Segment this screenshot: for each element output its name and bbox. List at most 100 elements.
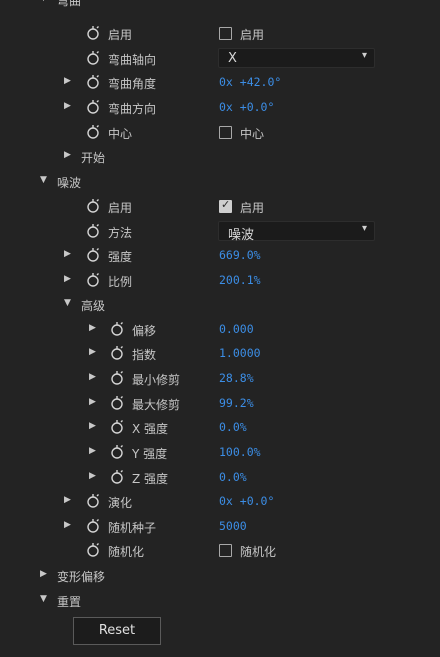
advanced-exponent-value[interactable]: 1.0000: [219, 346, 261, 360]
noise-enable-checkbox[interactable]: [219, 198, 232, 213]
reset-section-label: 重置: [57, 595, 82, 609]
stopwatch-icon[interactable]: [86, 25, 100, 40]
noise-randomize-row: 随机化 随机化: [0, 539, 440, 563]
warp-axis-row: 弯曲轴向 X ▾: [0, 47, 440, 71]
expand-triangle-icon[interactable]: ▶: [64, 76, 71, 86]
stopwatch-icon[interactable]: [86, 124, 100, 139]
warp-direction-value[interactable]: 0x +0.0°: [219, 100, 274, 114]
collapse-triangle-icon[interactable]: ▼: [40, 175, 47, 185]
reset-section-header[interactable]: ▼ 重置: [0, 589, 440, 613]
expand-triangle-icon[interactable]: ▶: [64, 150, 71, 160]
warp-center-checkbox-label: 中心: [240, 127, 265, 141]
expand-triangle-icon[interactable]: ▶: [89, 471, 96, 481]
warp-enable-checkbox[interactable]: [219, 27, 232, 40]
expand-triangle-icon[interactable]: ▶: [89, 421, 96, 431]
noise-section-header[interactable]: ▼ 噪波: [0, 170, 440, 194]
warp-center-label: 中心: [108, 127, 133, 141]
stopwatch-icon[interactable]: [110, 321, 124, 336]
expand-triangle-icon[interactable]: ▶: [64, 249, 71, 259]
warp-direction-row: ▶ 弯曲方向 0x +0.0°: [0, 96, 440, 120]
noise-method-dropdown[interactable]: 噪波 ▾: [218, 221, 375, 243]
noise-strength-value[interactable]: 669.0%: [219, 248, 261, 262]
noise-strength-row: ▶ 强度 669.0%: [0, 244, 440, 268]
warp-center-checkbox[interactable]: [219, 126, 232, 139]
expand-triangle-icon[interactable]: ▶: [89, 372, 96, 382]
noise-scale-value[interactable]: 200.1%: [219, 273, 261, 287]
noise-strength-label: 强度: [108, 250, 133, 264]
collapse-triangle-icon[interactable]: ▼: [64, 298, 71, 308]
advanced-offset-value[interactable]: 0.000: [219, 322, 254, 336]
warp-enable-label: 启用: [108, 28, 133, 42]
warp-start-row[interactable]: ▶ 开始: [0, 145, 440, 169]
stopwatch-icon[interactable]: [110, 395, 124, 410]
noise-randomize-checkbox-label: 随机化: [240, 545, 277, 559]
stopwatch-icon[interactable]: [86, 493, 100, 508]
warp-direction-label: 弯曲方向: [108, 102, 157, 116]
noise-method-value: 噪波: [228, 228, 255, 243]
warp-angle-row: ▶ 弯曲角度 0x +42.0°: [0, 71, 440, 95]
noise-enable-label: 启用: [108, 201, 133, 215]
noise-enable-row: 启用 启用: [0, 195, 440, 219]
expand-triangle-icon[interactable]: ▶: [64, 495, 71, 505]
warp-axis-label: 弯曲轴向: [108, 53, 157, 67]
noise-section-label: 噪波: [57, 176, 82, 190]
transform-offset-section[interactable]: ▶ 变形偏移: [0, 564, 440, 588]
stopwatch-icon[interactable]: [110, 419, 124, 434]
collapse-triangle-icon[interactable]: ▼: [40, 594, 47, 604]
warp-angle-value[interactable]: 0x +42.0°: [219, 75, 281, 89]
stopwatch-icon[interactable]: [110, 469, 124, 484]
collapse-triangle-icon[interactable]: ▼: [40, 0, 47, 3]
expand-triangle-icon[interactable]: ▶: [89, 397, 96, 407]
stopwatch-icon[interactable]: [110, 444, 124, 459]
warp-start-label: 开始: [81, 151, 106, 165]
noise-randomize-checkbox[interactable]: [219, 544, 232, 557]
advanced-exponent-label: 指数: [132, 348, 157, 362]
expand-triangle-icon[interactable]: ▶: [64, 101, 71, 111]
stopwatch-icon[interactable]: [86, 99, 100, 114]
advanced-x-strength-row: ▶ X 强度 0.0%: [0, 416, 440, 440]
stopwatch-icon[interactable]: [86, 247, 100, 262]
stopwatch-icon[interactable]: [110, 370, 124, 385]
expand-triangle-icon[interactable]: ▶: [64, 520, 71, 530]
advanced-z-strength-row: ▶ Z 强度 0.0%: [0, 466, 440, 490]
advanced-offset-row: ▶ 偏移 0.000: [0, 318, 440, 342]
stopwatch-icon[interactable]: [86, 223, 100, 238]
expand-triangle-icon[interactable]: ▶: [89, 323, 96, 333]
stopwatch-icon[interactable]: [110, 345, 124, 360]
noise-method-row: 方法 噪波 ▾: [0, 220, 440, 244]
advanced-max-clip-label: 最大修剪: [132, 398, 181, 412]
noise-scale-row: ▶ 比例 200.1%: [0, 269, 440, 293]
noise-advanced-header[interactable]: ▼ 高级: [0, 293, 440, 317]
noise-seed-label: 随机种子: [108, 521, 157, 535]
noise-advanced-label: 高级: [81, 299, 106, 313]
warp-axis-value: X: [228, 51, 237, 66]
advanced-min-clip-value[interactable]: 28.8%: [219, 371, 254, 385]
warp-section-header[interactable]: ▼ 弯曲: [0, 0, 440, 12]
stopwatch-icon[interactable]: [86, 74, 100, 89]
advanced-max-clip-value[interactable]: 99.2%: [219, 396, 254, 410]
stopwatch-icon[interactable]: [86, 272, 100, 287]
chevron-down-icon: ▾: [361, 223, 367, 234]
advanced-min-clip-label: 最小修剪: [132, 373, 181, 387]
stopwatch-icon[interactable]: [86, 518, 100, 533]
noise-seed-value[interactable]: 5000: [219, 519, 247, 533]
stopwatch-icon[interactable]: [86, 198, 100, 213]
warp-enable-checkbox-label: 启用: [240, 28, 265, 42]
expand-triangle-icon[interactable]: ▶: [89, 446, 96, 456]
warp-axis-dropdown[interactable]: X ▾: [218, 48, 375, 68]
advanced-y-strength-value[interactable]: 100.0%: [219, 445, 261, 459]
stopwatch-icon[interactable]: [86, 542, 100, 557]
noise-enable-checkbox-label: 启用: [240, 201, 265, 215]
advanced-exponent-row: ▶ 指数 1.0000: [0, 342, 440, 366]
advanced-x-strength-label: X 强度: [132, 422, 169, 436]
advanced-z-strength-label: Z 强度: [132, 472, 169, 486]
advanced-z-strength-value[interactable]: 0.0%: [219, 470, 247, 484]
noise-evolution-value[interactable]: 0x +0.0°: [219, 494, 274, 508]
reset-button[interactable]: Reset: [73, 617, 161, 645]
stopwatch-icon[interactable]: [86, 50, 100, 65]
advanced-x-strength-value[interactable]: 0.0%: [219, 420, 247, 434]
expand-triangle-icon[interactable]: ▶: [40, 569, 47, 579]
expand-triangle-icon[interactable]: ▶: [89, 347, 96, 357]
expand-triangle-icon[interactable]: ▶: [64, 274, 71, 284]
advanced-offset-label: 偏移: [132, 324, 157, 338]
